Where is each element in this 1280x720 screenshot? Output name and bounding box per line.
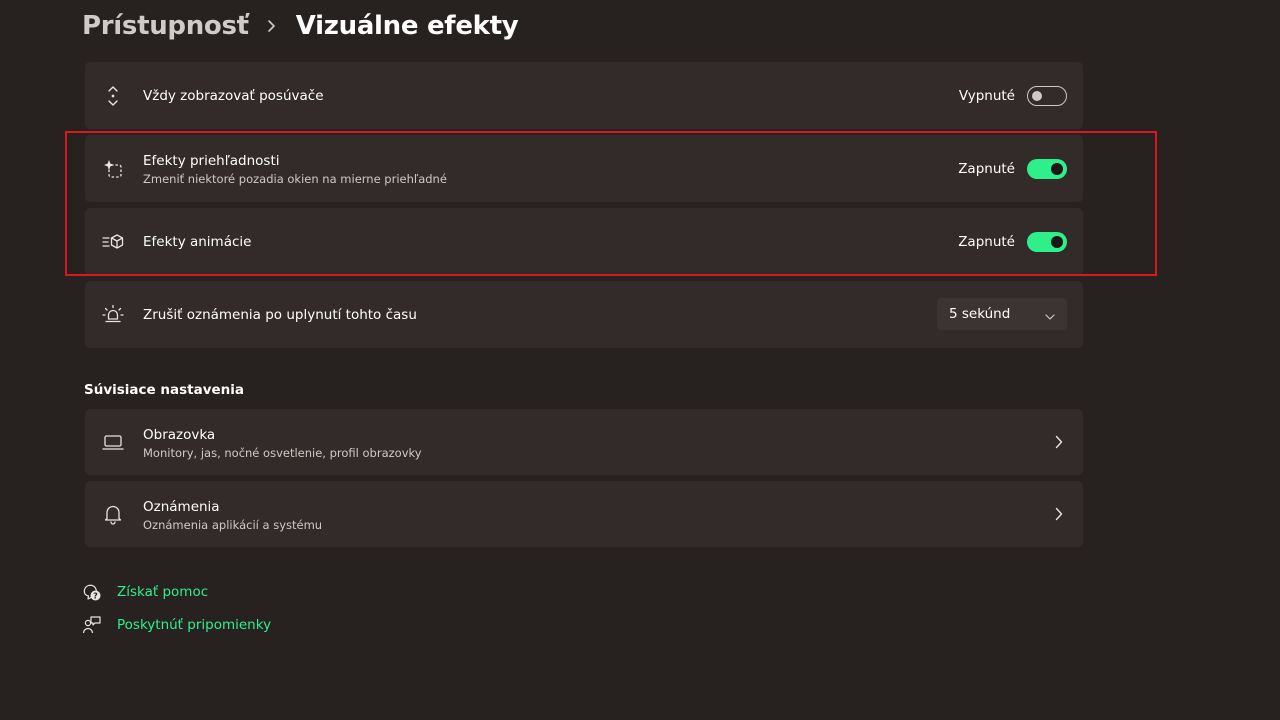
breadcrumb-parent-accessibility[interactable]: Prístupnosť [82,11,249,41]
svg-text:?: ? [93,591,98,600]
setting-card-notification-timeout: Zrušiť oznámenia po uplynutí tohto času … [85,281,1083,348]
chevron-down-icon [1045,305,1055,324]
toggle-state-label: Zapnuté [958,234,1015,250]
chevron-right-icon [1053,507,1065,521]
toggle-state-label: Vypnuté [958,88,1015,104]
scrollbar-arrows-icon [102,85,124,107]
get-help-text: Získať pomoc [117,584,209,600]
page-title: Vizuálne efekty [295,11,519,41]
give-feedback-link[interactable]: Poskytnúť pripomienky [82,615,271,635]
related-item-title: Oznámenia [143,499,220,515]
help-chat-icon: ? [82,582,102,602]
setting-title: Vždy zobrazovať posúvače [143,88,324,104]
give-feedback-text: Poskytnúť pripomienky [117,617,272,633]
transparency-icon [102,158,124,180]
related-item-description: Oznámenia aplikácií a systému [143,518,323,532]
feedback-icon [82,615,102,635]
setting-title: Efekty animácie [143,234,252,250]
transparency-toggle[interactable] [1027,159,1067,179]
related-item-title: Obrazovka [143,427,216,443]
bell-icon [102,503,124,525]
setting-description: Zmeniť niektoré pozadia okien na mierne … [143,172,447,186]
scrollbars-toggle[interactable] [1027,86,1067,106]
setting-title: Efekty priehľadnosti [143,153,280,169]
get-help-link[interactable]: ? Získať pomoc [82,582,208,602]
breadcrumb-chevron-icon [267,19,276,33]
animation-toggle[interactable] [1027,232,1067,252]
setting-card-scrollbars: Vždy zobrazovať posúvače Vypnuté [85,62,1083,129]
setting-title: Zrušiť oznámenia po uplynutí tohto času [143,307,417,323]
sun-bell-icon [102,304,124,326]
setting-card-animation: Efekty animácie Zapnuté [85,208,1083,275]
breadcrumb: Prístupnosť Vizuálne efekty [82,6,519,46]
related-item-notifications[interactable]: Oznámenia Oznámenia aplikácií a systému [85,481,1083,547]
related-settings-heading: Súvisiace nastavenia [84,382,245,398]
laptop-icon [102,431,124,453]
toggle-knob [1032,91,1042,101]
dropdown-selected-value: 5 sekúnd [949,306,1011,322]
setting-card-transparency: Efekty priehľadnosti Zmeniť niektoré poz… [85,135,1083,202]
notification-timeout-dropdown[interactable]: 5 sekúnd [937,298,1067,330]
related-item-display[interactable]: Obrazovka Monitory, jas, nočné osvetleni… [85,409,1083,475]
toggle-state-label: Zapnuté [958,161,1015,177]
toggle-knob [1051,163,1063,175]
chevron-right-icon [1053,435,1065,449]
related-item-description: Monitory, jas, nočné osvetlenie, profil … [143,446,422,460]
animation-icon [102,231,124,253]
toggle-knob [1051,236,1063,248]
